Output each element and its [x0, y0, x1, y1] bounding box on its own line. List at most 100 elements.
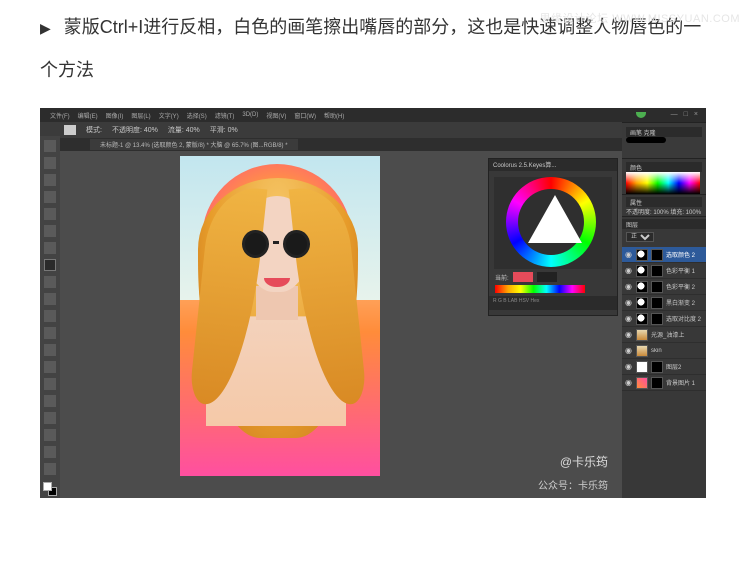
opt-mode[interactable]: 模式: [86, 125, 102, 135]
bullet-text: 蒙版Ctrl+I进行反相，白色的画笔擦出嘴唇的部分，这也是快速调整人物唇色的一个… [40, 17, 701, 80]
tool-eraser-icon[interactable] [44, 310, 56, 322]
menu-edit[interactable]: 编辑(E) [78, 111, 98, 120]
layer-thumb-icon[interactable] [636, 281, 648, 293]
menu-image[interactable]: 图像(I) [106, 111, 124, 120]
layer-visibility-icon[interactable]: ◉ [625, 346, 633, 355]
layer-row[interactable]: ◉ 选取颜色 2 [622, 247, 706, 263]
color-wheel[interactable] [494, 177, 612, 269]
toolbox [40, 136, 60, 498]
opt-smooth[interactable]: 平滑: 0% [210, 125, 238, 135]
layer-visibility-icon[interactable]: ◉ [625, 314, 633, 323]
tool-path-icon[interactable] [44, 412, 56, 424]
tool-brush-icon[interactable] [44, 259, 56, 271]
tool-eyedrop-icon[interactable] [44, 225, 56, 237]
layer-row[interactable]: ◉黑白渐变 2 [622, 295, 706, 311]
layer-mask-icon[interactable] [651, 249, 663, 261]
picker-previous-swatch[interactable] [537, 272, 557, 282]
layer-thumb-icon[interactable] [636, 345, 648, 357]
opt-opacity[interactable]: 不透明度: 40% [112, 125, 158, 135]
blend-mode-select[interactable]: 正常 [626, 232, 654, 242]
color-picker-panel[interactable]: Coolorus 2.5.Keyes算... 当前: R G B LAB HSV… [488, 158, 618, 316]
layer-visibility-icon[interactable]: ◉ [625, 330, 633, 339]
tool-pen-icon[interactable] [44, 378, 56, 390]
menu-layer[interactable]: 图层(L) [131, 111, 150, 120]
menu-window[interactable]: 窗口(W) [294, 111, 316, 120]
menu-view[interactable]: 视图(V) [266, 111, 286, 120]
tool-marquee-icon[interactable] [44, 157, 56, 169]
layer-thumb-icon[interactable] [636, 249, 648, 261]
layer-row[interactable]: ◉光源_油漆上 [622, 327, 706, 343]
tool-move-icon[interactable] [44, 140, 56, 152]
layer-name: 背景图片 1 [666, 378, 703, 387]
menu-filter[interactable]: 滤镜(T) [215, 111, 235, 120]
menu-file[interactable]: 文件(F) [50, 111, 70, 120]
menu-bar: 文件(F) 编辑(E) 图像(I) 图层(L) 文字(Y) 选择(S) 滤镜(T… [40, 108, 706, 122]
picker-current-swatch[interactable] [513, 272, 533, 282]
layer-thumb-icon[interactable] [636, 361, 648, 373]
layer-row[interactable]: ◉色彩平衡 1 [622, 263, 706, 279]
color-panel-tab[interactable]: 颜色 [626, 162, 702, 172]
layer-row[interactable]: ◉选取对比度 2 [622, 311, 706, 327]
layer-thumb-icon[interactable] [636, 313, 648, 325]
layer-thumb-icon[interactable] [636, 329, 648, 341]
color-spectrum[interactable] [626, 172, 700, 194]
tool-dodge-icon[interactable] [44, 361, 56, 373]
maximize-button[interactable]: □ [684, 111, 688, 118]
layers-controls: 正常 [622, 229, 706, 245]
layer-mask-icon[interactable] [651, 265, 663, 277]
layer-mask-icon[interactable] [651, 313, 663, 325]
tool-gradient-icon[interactable] [44, 327, 56, 339]
layer-mask-icon[interactable] [651, 281, 663, 293]
layer-row[interactable]: ◉skin [622, 343, 706, 359]
layer-visibility-icon[interactable]: ◉ [625, 250, 633, 259]
layer-row[interactable]: ◉ 背景图片 1 [622, 375, 706, 391]
brush-preview-icon[interactable] [64, 125, 76, 135]
tool-history-icon[interactable] [44, 293, 56, 305]
minimize-button[interactable]: — [671, 111, 678, 118]
tool-crop-icon[interactable] [44, 208, 56, 220]
layer-visibility-icon[interactable]: ◉ [625, 362, 633, 371]
artboard[interactable] [180, 156, 380, 476]
tool-hand-icon[interactable] [44, 446, 56, 458]
tool-heal-icon[interactable] [44, 242, 56, 254]
layers-panel: 图层 正常 ◉ 选取颜色 2 ◉色彩平衡 1◉色彩平衡 2◉黑白渐变 2◉选取对比度… [622, 216, 706, 498]
layer-row[interactable]: ◉色彩平衡 2 [622, 279, 706, 295]
layer-thumb-icon[interactable] [636, 265, 648, 277]
properties-panel: 属性 不透明度: 100% 填充: 100% [622, 194, 706, 216]
page-watermark: 思缘设计论坛 WWW.MISSYUAN.COM [540, 10, 740, 26]
layer-name: 选取颜色 2 [666, 250, 703, 259]
properties-panel-tab[interactable]: 属性 [626, 197, 702, 207]
layers-panel-tab[interactable]: 图层 [622, 219, 706, 229]
tool-zoom-icon[interactable] [44, 463, 56, 475]
layer-thumb-icon[interactable] [636, 297, 648, 309]
menu-help[interactable]: 帮助(H) [324, 111, 344, 120]
layer-mask-icon[interactable] [651, 377, 663, 389]
layer-mask-icon[interactable] [651, 361, 663, 373]
tool-lasso-icon[interactable] [44, 174, 56, 186]
tool-shape-icon[interactable] [44, 429, 56, 441]
tool-stamp-icon[interactable] [44, 276, 56, 288]
fg-color-swatch[interactable] [43, 482, 52, 491]
fg-bg-swatch[interactable] [43, 482, 57, 496]
layer-visibility-icon[interactable]: ◉ [625, 378, 633, 387]
layer-mask-icon[interactable] [651, 297, 663, 309]
canvas-stage [90, 152, 480, 492]
options-bar: 模式: 不透明度: 40% 流量: 40% 平滑: 0% [40, 122, 706, 138]
layer-visibility-icon[interactable]: ◉ [625, 282, 633, 291]
menu-type[interactable]: 文字(Y) [159, 111, 179, 120]
tool-wand-icon[interactable] [44, 191, 56, 203]
brush-panel-tab[interactable]: 画笔 克隆 [626, 127, 702, 137]
menu-3d[interactable]: 3D(D) [242, 112, 258, 118]
layer-visibility-icon[interactable]: ◉ [625, 266, 633, 275]
layer-visibility-icon[interactable]: ◉ [625, 298, 633, 307]
menu-select[interactable]: 选择(S) [187, 111, 207, 120]
document-tab[interactable]: 未标题-1 @ 13.4% (选取颜色 2, 蒙版/8) * 大脑 @ 65.7… [90, 139, 298, 150]
close-button[interactable]: × [694, 111, 698, 118]
tool-type-icon[interactable] [44, 395, 56, 407]
hue-spectrum-slider[interactable] [495, 285, 585, 293]
opt-flow[interactable]: 流量: 40% [168, 125, 200, 135]
tool-blur-icon[interactable] [44, 344, 56, 356]
layer-row[interactable]: ◉图层2 [622, 359, 706, 375]
layer-thumb-icon[interactable] [636, 377, 648, 389]
sv-triangle-white[interactable] [528, 195, 582, 243]
